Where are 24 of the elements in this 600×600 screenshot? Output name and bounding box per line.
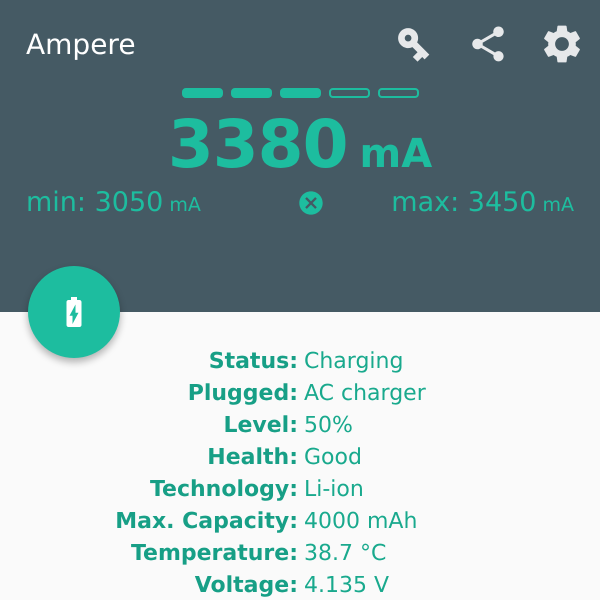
detail-label: Level: [222,412,298,440]
detail-label: Max. Capacity: [114,508,298,536]
min-reading: min: 3050 [26,187,164,218]
detail-value: Charging [304,348,404,376]
app-title: Ampere [26,28,137,60]
detail-label: Technology: [148,476,298,504]
detail-label: Status: [208,348,298,376]
detail-label: Plugged: [186,380,298,408]
max-unit: mA [542,194,574,216]
current-unit: mA [360,131,432,177]
detail-label: Temperature: [130,540,298,568]
max-reading: max: 3450 [391,187,536,218]
detail-value: 50% [304,412,354,440]
detail-value: Good [304,444,363,472]
detail-value: 4000 mAh [304,508,418,536]
detail-label: Health: [206,444,298,472]
detail-value: AC charger [304,380,427,408]
min-unit: mA [169,194,201,216]
detail-value: 4.135 V [304,572,390,600]
current-reading: 3380 [168,106,348,183]
detail-label: Voltage: [194,572,298,600]
clear-icon[interactable] [297,188,326,216]
detail-value: 38.7 °C [304,540,388,568]
detail-value: Li-ion [304,476,365,504]
